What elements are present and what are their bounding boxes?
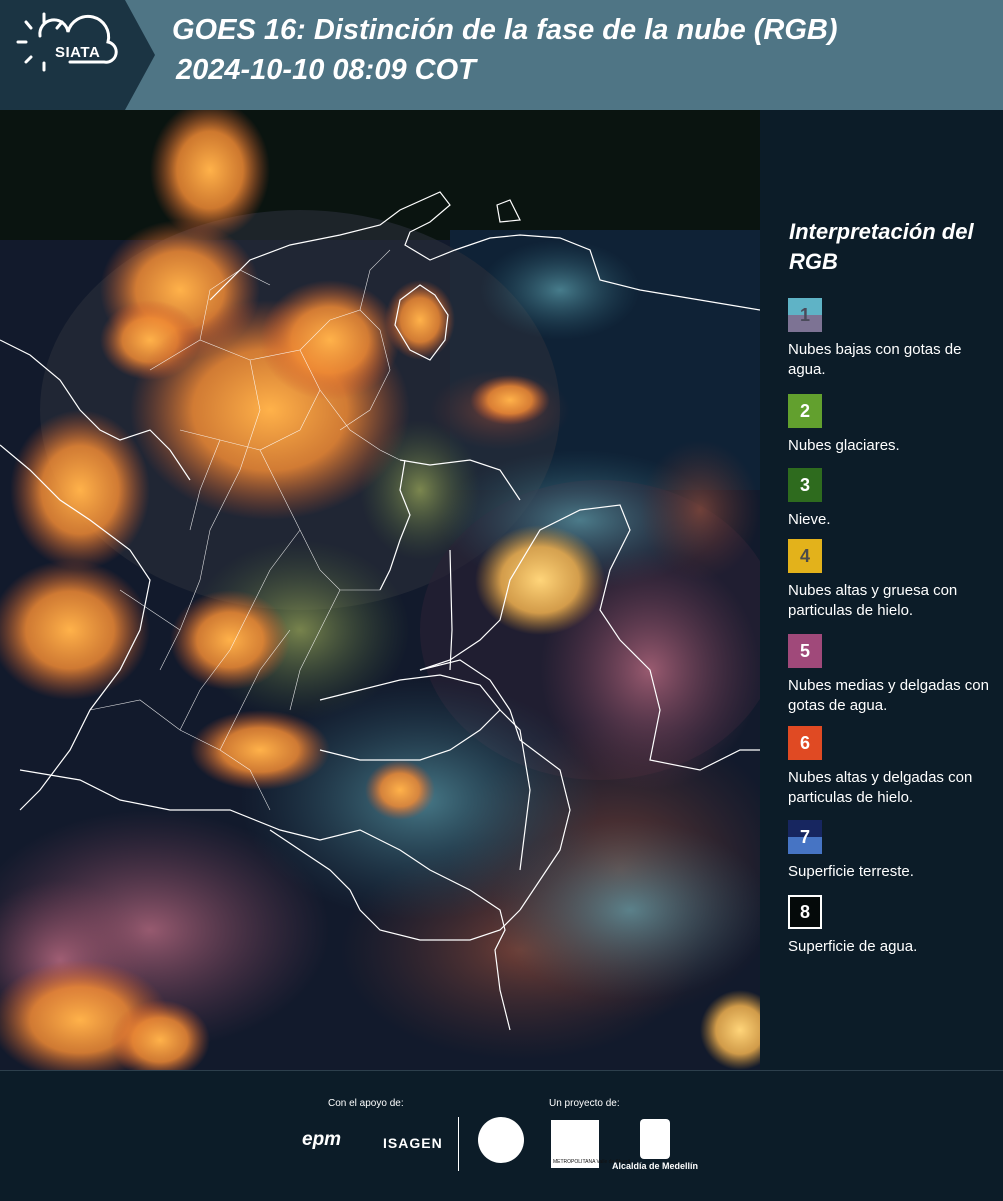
legend-number: 5 (799, 641, 810, 661)
legend-item-7: 7 Superficie terreste. (788, 820, 1003, 882)
legend-label: Nubes bajas con gotas de agua. (788, 341, 962, 378)
legend-number: 4 (799, 546, 810, 566)
legend-label: Nubes altas y delgadas con particulas de… (788, 769, 973, 806)
legend-number: 1 (799, 305, 810, 325)
legend-item-1: 1 Nubes bajas con gotas de agua. (788, 298, 1003, 380)
legend-item-6: 6 Nubes altas y delgadas con particulas … (788, 726, 1003, 808)
satellite-image (0, 110, 760, 1070)
legend-panel: Interpretación del RGB 1 Nubes bajas con… (760, 110, 1003, 1070)
siata-logo: SIATA (0, 0, 155, 110)
legend-swatch-2: 2 (788, 394, 822, 428)
footer-divider (458, 1117, 459, 1171)
page-title: GOES 16: Distinción de la fase de la nub… (172, 14, 838, 46)
legend-swatch-7: 7 (788, 820, 822, 854)
legend-swatch-3: 3 (788, 468, 822, 502)
legend-label: Nubes medias y delgadas con gotas de agu… (788, 677, 989, 714)
legend-number: 8 (799, 902, 810, 922)
legend-title: Interpretación del RGB (789, 219, 974, 274)
isagen-logo: ISAGEN (383, 1135, 443, 1151)
legend-label: Nubes glaciares. (788, 437, 900, 454)
legend-swatch-8: 8 (788, 895, 822, 929)
legend-swatch-4: 4 (788, 539, 822, 573)
legend-label: Nieve. (788, 511, 831, 528)
legend-label: Superficie terreste. (788, 863, 914, 880)
alcaldia-logo (640, 1119, 670, 1159)
legend-swatch-6: 6 (788, 726, 822, 760)
legend-number: 2 (799, 401, 810, 421)
legend-item-5: 5 Nubes medias y delgadas con gotas de a… (788, 634, 1003, 716)
page-timestamp: 2024-10-10 08:09 COT (176, 54, 476, 86)
legend-number: 7 (799, 827, 810, 847)
legend-item-8: 8 Superficie de agua. (788, 895, 1003, 957)
legend-swatch-5: 5 (788, 634, 822, 668)
legend-item-3: 3 Nieve. (788, 468, 1003, 530)
alcaldia-label: Alcaldía de Medellín (612, 1161, 699, 1171)
university-seal-logo (478, 1117, 524, 1163)
satellite-rgb-map[interactable] (0, 110, 760, 1070)
legend-item-4: 4 Nubes altas y gruesa con particulas de… (788, 539, 1003, 621)
legend-item-2: 2 Nubes glaciares. (788, 394, 1003, 456)
logo-label: SIATA (55, 44, 101, 61)
legend-number: 3 (799, 475, 810, 495)
legend-label: Nubes altas y gruesa con particulas de h… (788, 582, 958, 619)
project-label: Un proyecto de: (549, 1098, 620, 1109)
support-label: Con el apoyo de: (328, 1098, 404, 1109)
legend-number: 6 (799, 733, 810, 753)
header-bar: SIATA GOES 16: Distinción de la fase de … (0, 0, 1003, 110)
footer: Con el apoyo de: epm ISAGEN Un proyecto … (0, 1070, 1003, 1201)
legend-swatch-1: 1 (788, 298, 822, 332)
legend-label: Superficie de agua. (788, 938, 918, 955)
epm-logo: epm (302, 1129, 342, 1150)
